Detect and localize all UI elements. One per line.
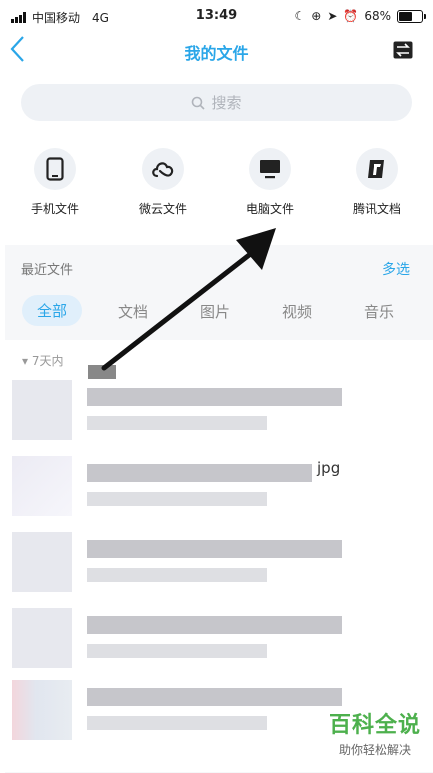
alarm-icon: ⏰: [343, 9, 359, 23]
cloud-icon: [142, 148, 184, 190]
file-meta: [87, 416, 267, 430]
file-thumbnail: [12, 380, 72, 440]
tab-images[interactable]: 图片: [200, 301, 230, 322]
location-icon: ➤: [327, 9, 338, 23]
file-name: [87, 464, 312, 482]
status-bar: 中国移动 4G 13:49 ☾ ⊕ ➤ ⏰ 68%: [0, 0, 433, 36]
mosaic-block: [88, 365, 116, 379]
tab-videos[interactable]: 视频: [282, 301, 312, 322]
lock-rotation-icon: ⊕: [311, 9, 322, 23]
file-name: [87, 540, 342, 558]
watermark-title: 百科全说: [328, 713, 421, 738]
transfer-icon[interactable]: [393, 41, 413, 59]
file-row[interactable]: jpg: [12, 456, 342, 516]
tab-documents[interactable]: 文档: [118, 301, 148, 322]
phone-icon: [34, 148, 76, 190]
collapse-triangle-icon: ▾: [22, 354, 29, 368]
group-label: 7天内: [31, 354, 64, 368]
search-bar[interactable]: 搜索: [21, 84, 412, 121]
file-row[interactable]: [12, 608, 342, 668]
multi-select-button[interactable]: 多选: [382, 259, 410, 279]
file-row[interactable]: [12, 380, 342, 440]
file-thumbnail: [12, 680, 72, 740]
file-type-tabs: 全部 文档 图片 视频 音乐: [0, 295, 433, 335]
page-title: 我的文件: [184, 44, 249, 63]
file-thumbnail: [12, 532, 72, 592]
tencent-docs-icon: [356, 148, 398, 190]
file-thumbnail: [12, 608, 72, 668]
file-name: [87, 388, 342, 406]
recent-title: 最近文件: [21, 263, 74, 278]
file-name: [87, 688, 342, 706]
computer-icon: [249, 148, 291, 190]
file-row[interactable]: [12, 680, 342, 740]
watermark: 百科全说 助你轻松解决: [329, 707, 421, 758]
battery-percent: 68%: [364, 9, 391, 23]
file-meta: [87, 492, 267, 506]
category-phone-files[interactable]: 手机文件: [1, 148, 109, 217]
search-icon: [192, 96, 206, 110]
battery-icon: [397, 9, 426, 23]
watermark-subtitle: 助你轻松解决: [338, 743, 411, 757]
category-row: 手机文件 微云文件 电脑文件 腾讯文档: [0, 148, 433, 218]
moon-icon: ☾: [294, 9, 306, 23]
category-computer-files[interactable]: 电脑文件: [216, 148, 324, 217]
category-tencent-docs[interactable]: 腾讯文档: [323, 148, 431, 217]
file-meta: [87, 644, 267, 658]
file-thumbnail: [12, 456, 72, 516]
category-weiyun-files[interactable]: 微云文件: [109, 148, 217, 217]
tab-music[interactable]: 音乐: [364, 301, 394, 322]
file-extension: jpg: [317, 459, 341, 477]
category-label: 腾讯文档: [352, 202, 401, 216]
tab-all[interactable]: 全部: [22, 295, 83, 326]
file-meta: [87, 568, 267, 582]
file-name: [87, 616, 342, 634]
file-meta: [87, 716, 267, 730]
category-label: 微云文件: [138, 202, 187, 216]
category-label: 电脑文件: [245, 202, 294, 216]
nav-bar: 我的文件: [0, 34, 433, 68]
search-placeholder: 搜索: [211, 94, 242, 112]
file-row[interactable]: [12, 532, 342, 592]
group-header[interactable]: ▾ 7天内: [22, 352, 64, 369]
category-label: 手机文件: [30, 202, 79, 216]
status-right: ☾ ⊕ ➤ ⏰ 68%: [294, 9, 426, 23]
